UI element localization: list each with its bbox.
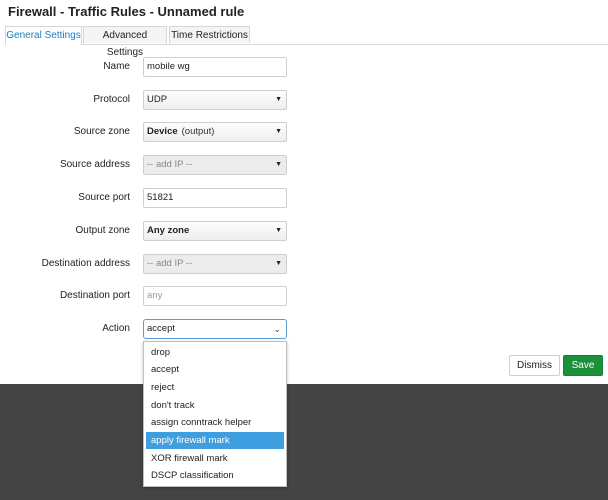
source-address-placeholder: -- add IP -- [147, 159, 193, 170]
destination-address-placeholder: -- add IP -- [147, 258, 193, 269]
protocol-select[interactable]: UDP ▼ [143, 90, 287, 110]
name-input[interactable]: mobile wg [143, 57, 287, 77]
action-dropdown-list: drop accept reject don't track assign co… [143, 341, 287, 487]
triangle-down-icon: ▼ [275, 227, 282, 234]
action-label: Action [102, 323, 130, 334]
tab-time-restrictions[interactable]: Time Restrictions [169, 26, 250, 43]
output-zone-select[interactable]: Any zone ▼ [143, 221, 287, 241]
action-option-assign-conntrack-helper[interactable]: assign conntrack helper [146, 414, 284, 431]
triangle-down-icon: ▼ [275, 96, 282, 103]
source-zone-label: Source zone [73, 126, 130, 137]
destination-port-placeholder: any [147, 290, 163, 301]
destination-address-select[interactable]: -- add IP -- ▼ [143, 254, 287, 274]
name-label: Name [103, 61, 130, 72]
action-option-xor-firewall-mark[interactable]: XOR firewall mark [146, 450, 284, 467]
tab-general-settings[interactable]: General Settings [5, 26, 82, 45]
source-port-input[interactable]: 51821 [143, 188, 287, 208]
output-zone-label: Output zone [75, 225, 130, 236]
source-address-label: Source address [59, 159, 130, 170]
destination-address-label: Destination address [41, 258, 130, 269]
output-zone-value: Any zone [147, 225, 190, 236]
action-option-dscp-classification[interactable]: DSCP classification [146, 467, 284, 484]
source-zone-hint: (output) [181, 126, 215, 137]
chevron-down-icon: ⌄ [273, 324, 281, 334]
action-option-accept[interactable]: accept [146, 361, 284, 378]
source-address-select[interactable]: -- add IP -- ▼ [143, 155, 287, 175]
footer-backdrop [0, 384, 608, 500]
name-value: mobile wg [147, 61, 190, 72]
protocol-value: UDP [147, 94, 168, 105]
destination-port-label: Destination port [59, 290, 130, 301]
dismiss-button[interactable]: Dismiss [509, 355, 560, 376]
triangle-down-icon: ▼ [275, 161, 282, 168]
action-option-drop[interactable]: drop [146, 344, 284, 361]
tab-bar: General Settings Advanced Settings Time … [5, 26, 608, 58]
action-option-dont-track[interactable]: don't track [146, 397, 284, 414]
action-option-apply-firewall-mark[interactable]: apply firewall mark [146, 432, 284, 449]
action-select[interactable]: accept ⌄ [143, 319, 287, 339]
page-title: Firewall - Traffic Rules - Unnamed rule [8, 4, 245, 19]
action-value: accept [147, 323, 175, 334]
source-zone-select[interactable]: Device (output) ▼ [143, 122, 287, 142]
source-zone-value: Device [147, 126, 178, 137]
destination-port-input[interactable]: any [143, 286, 287, 306]
triangle-down-icon: ▼ [275, 128, 282, 135]
action-option-reject[interactable]: reject [146, 379, 284, 396]
save-button[interactable]: Save [563, 355, 603, 376]
triangle-down-icon: ▼ [275, 260, 282, 267]
tab-advanced-settings[interactable]: Advanced Settings [83, 26, 167, 58]
protocol-label: Protocol [93, 94, 130, 105]
source-port-label: Source port [78, 192, 130, 203]
source-port-value: 51821 [147, 192, 174, 203]
